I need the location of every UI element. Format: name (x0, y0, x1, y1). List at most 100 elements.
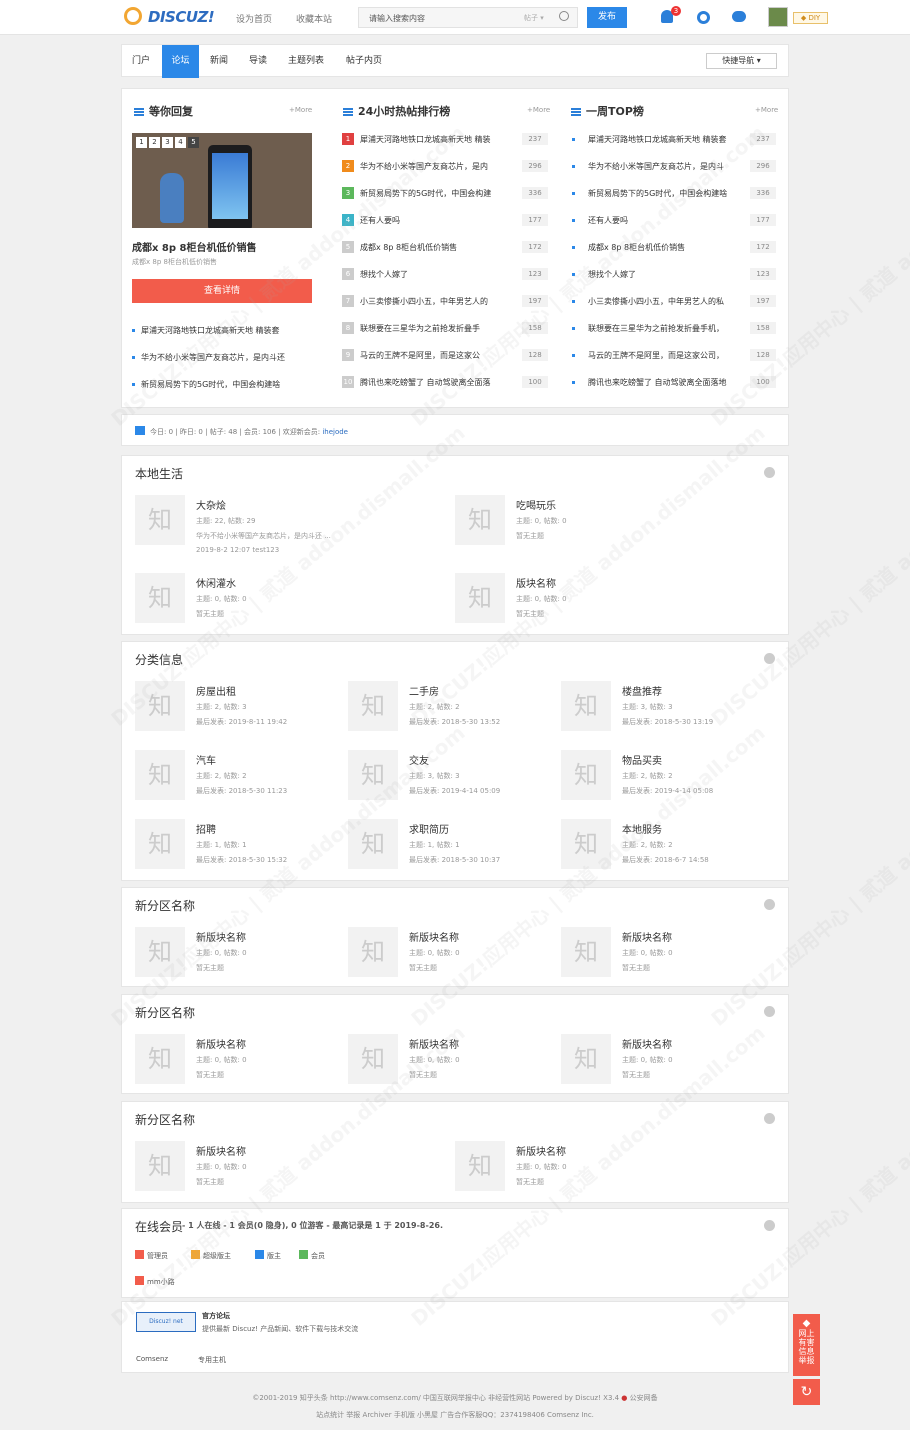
forum-name[interactable]: 新版块名称 (196, 1036, 246, 1051)
forum-icon[interactable]: 知 (135, 573, 185, 623)
forum-last-post[interactable]: 华为不给小米等国产友商芯片，是内斗还 ... (196, 531, 331, 541)
search-input[interactable]: 请输入搜索内容 (369, 13, 425, 24)
nav-news[interactable]: 新闻 (210, 45, 228, 78)
report-button[interactable]: ◆ 网上有害信息举报 (793, 1314, 820, 1376)
rank-title[interactable]: 想找个人嫁了 (588, 269, 743, 280)
forum-last-post[interactable]: 暂无主题 (622, 963, 650, 973)
forum-last-post[interactable]: 暂无主题 (196, 963, 224, 973)
rank-item[interactable]: 1 犀浦天河路地铁口龙城高新天地 精装 237 (342, 133, 552, 147)
forum-icon[interactable]: 知 (348, 750, 398, 800)
collapse-icon[interactable] (764, 467, 775, 478)
col3-more-link[interactable]: +More (755, 106, 778, 114)
rank-title[interactable]: 想找个人嫁了 (360, 269, 515, 280)
forum-last-post[interactable]: 暂无主题 (516, 1177, 544, 1187)
forum-icon[interactable]: 知 (135, 927, 185, 977)
rank-item[interactable]: 华为不给小米等国产友商芯片，是内斗 296 (570, 160, 780, 174)
nav-thread-page[interactable]: 帖子内页 (346, 45, 382, 78)
forum-item[interactable]: 知新版块名称 主题: 0, 帖数: 0 暂无主题 (561, 1034, 861, 1094)
rank-item[interactable]: 4 还有人要吗 177 (342, 214, 552, 228)
forum-name[interactable]: 房屋出租 (196, 683, 236, 698)
new-member-link[interactable]: ihejode (322, 428, 348, 436)
forum-name[interactable]: 版块名称 (516, 575, 556, 590)
forum-last-post[interactable]: 暂无主题 (196, 1177, 224, 1187)
slide-3[interactable]: 3 (162, 137, 173, 148)
rank-title[interactable]: 华为不给小米等国产友商芯片，是内斗 (588, 161, 743, 172)
rank-title[interactable]: 犀浦天河路地铁口龙城高新天地 精装套 (588, 134, 743, 145)
forum-last-post[interactable]: 暂无主题 (409, 1070, 437, 1080)
forum-item[interactable]: 知新版块名称 主题: 0, 帖数: 0 暂无主题 (455, 1141, 755, 1201)
rank-title[interactable]: 华为不给小米等国产友商芯片，是内 (360, 161, 515, 172)
forum-last-post[interactable]: 最后发表: 2019-4-14 05:08 (622, 786, 713, 796)
col1-more-link[interactable]: +More (289, 106, 312, 114)
collapse-icon[interactable] (764, 1006, 775, 1017)
forum-icon[interactable]: 知 (561, 927, 611, 977)
forum-last-post[interactable]: 暂无主题 (196, 609, 224, 619)
rank-item[interactable]: 马云的王牌不是阿里，而是这家公司， 128 (570, 349, 780, 363)
forum-icon[interactable]: 知 (455, 573, 505, 623)
forum-last-post[interactable]: 最后发表: 2018-5-30 13:19 (622, 717, 713, 727)
rank-title[interactable]: 腾讯也来吃螃蟹了 自动驾驶离全面落 (360, 377, 515, 388)
rank-item[interactable]: 腾讯也来吃螃蟹了 自动驾驶离全面落地 100 (570, 376, 780, 390)
forum-name[interactable]: 楼盘推荐 (622, 683, 662, 698)
rank-item[interactable]: 还有人要吗 177 (570, 214, 780, 228)
forum-last-post[interactable]: 最后发表: 2018-5-30 15:32 (196, 855, 287, 865)
search-box[interactable]: 请输入搜索内容 帖子 ▾ (358, 7, 578, 28)
rank-title[interactable]: 马云的王牌不是阿里，而是这家公司， (588, 350, 743, 361)
rank-title[interactable]: 腾讯也来吃螃蟹了 自动驾驶离全面落地 (588, 377, 743, 388)
quick-nav-dropdown[interactable]: 快捷导航 ▾ (706, 53, 777, 69)
rank-title[interactable]: 新贸易局势下的5G时代，中国会构建啥 (588, 188, 743, 199)
police-link[interactable]: 公安网备 (630, 1394, 658, 1402)
forum-icon[interactable]: 知 (135, 495, 185, 545)
rank-item[interactable]: 6 想找个人嫁了 123 (342, 268, 552, 282)
rank-item[interactable]: 新贸易局势下的5G时代，中国会构建啥 336 (570, 187, 780, 201)
rank-item[interactable]: 10 腾讯也来吃螃蟹了 自动驾驶离全面落 100 (342, 376, 552, 390)
gear-icon[interactable] (697, 11, 710, 24)
rank-title[interactable]: 小三卖惨撕小四小五，中年男艺人的 (360, 296, 515, 307)
list-item[interactable]: 华为不给小米等国产友商芯片，是内斗还 (132, 352, 317, 363)
forum-name[interactable]: 新版块名称 (409, 929, 459, 944)
set-homepage-link[interactable]: 设为首页 (236, 12, 272, 25)
forum-last-post[interactable]: 最后发表: 2019-8-11 19:42 (196, 717, 287, 727)
link-comsenz[interactable]: Comsenz (136, 1355, 168, 1363)
nav-guide[interactable]: 导读 (249, 45, 267, 78)
rank-title[interactable]: 还有人要吗 (360, 215, 515, 226)
discuz-logo[interactable]: Discuz! net (136, 1312, 196, 1332)
nav-thread-list[interactable]: 主题列表 (288, 45, 324, 78)
search-icon[interactable] (559, 11, 569, 21)
forum-icon[interactable]: 知 (561, 819, 611, 869)
link-name[interactable]: 官方论坛 (202, 1311, 230, 1321)
forum-icon[interactable]: 知 (135, 750, 185, 800)
collapse-icon[interactable] (764, 1220, 775, 1231)
forum-name[interactable]: 本地服务 (622, 821, 662, 836)
rank-item[interactable]: 7 小三卖惨撕小四小五，中年男艺人的 197 (342, 295, 552, 309)
collapse-icon[interactable] (764, 1113, 775, 1124)
rank-title[interactable]: 新贸易局势下的5G时代，中国会构建 (360, 188, 515, 199)
online-user[interactable]: mm小路 (135, 1276, 175, 1287)
nav-portal[interactable]: 门户 (132, 45, 150, 78)
forum-item[interactable]: 知物品买卖 主题: 2, 帖数: 2 最后发表: 2019-4-14 05:08 (561, 750, 861, 810)
forum-last-post[interactable]: 暂无主题 (622, 1070, 650, 1080)
forum-icon[interactable]: 知 (135, 819, 185, 869)
site-logo[interactable]: DISCUZ! (124, 6, 215, 28)
slide-2[interactable]: 2 (149, 137, 160, 148)
forum-icon[interactable]: 知 (348, 681, 398, 731)
list-item[interactable]: 新贸易局势下的5G时代，中国会构建啥 (132, 379, 317, 390)
rank-item[interactable]: 想找个人嫁了 123 (570, 268, 780, 282)
forum-name[interactable]: 新版块名称 (196, 1143, 246, 1158)
rank-item[interactable]: 犀浦天河路地铁口龙城高新天地 精装套 237 (570, 133, 780, 147)
footer-line2[interactable]: 站点统计 举报 Archiver 手机版 小黑屋 广告合作客服QQ：237419… (0, 1410, 910, 1420)
rank-title[interactable]: 联想要在三星华为之前抢发折叠手 (360, 323, 515, 334)
forum-item[interactable]: 知新版块名称 主题: 0, 帖数: 0 暂无主题 (561, 927, 861, 987)
rank-item[interactable]: 成都x 8p 8柜台机低价销售 172 (570, 241, 780, 255)
forum-icon[interactable]: 知 (455, 495, 505, 545)
rank-item[interactable]: 3 新贸易局势下的5G时代，中国会构建 336 (342, 187, 552, 201)
rank-title[interactable]: 成都x 8p 8柜台机低价销售 (360, 242, 515, 253)
forum-last-post[interactable]: 最后发表: 2018-5-30 11:23 (196, 786, 287, 796)
forum-item[interactable]: 知吃喝玩乐 主题: 0, 帖数: 0 暂无主题 (455, 495, 755, 555)
slide-4[interactable]: 4 (175, 137, 186, 148)
forum-icon[interactable]: 知 (455, 1141, 505, 1191)
link-hosting[interactable]: 专用主机 (198, 1355, 226, 1365)
featured-photo[interactable]: 1 2 3 4 5 (132, 133, 312, 228)
slide-1[interactable]: 1 (136, 137, 147, 148)
featured-title[interactable]: 成都x 8p 8柜台机低价销售 (132, 239, 257, 254)
